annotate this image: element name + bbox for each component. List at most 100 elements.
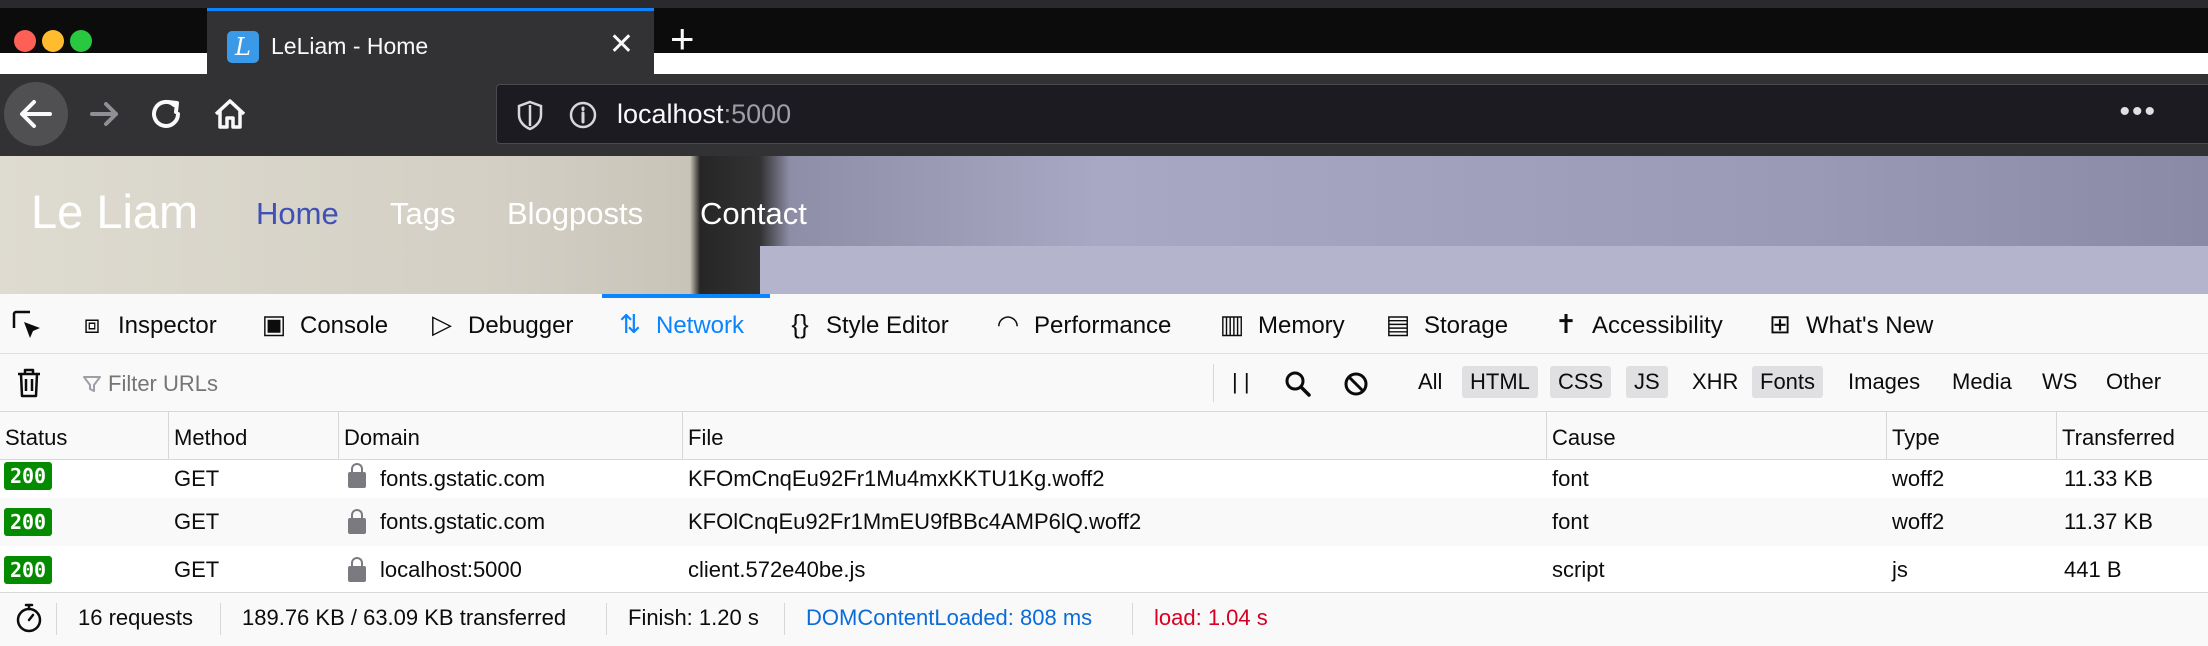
network-summary-bar: 16 requests 189.76 KB / 63.09 KB transfe… [0,592,2208,646]
tab-label: Network [656,312,745,339]
type-cell: woff2 [1892,466,1945,491]
nav-link-home[interactable]: Home [256,194,339,234]
filter-all[interactable]: All [1410,366,1450,398]
column-method[interactable]: Method [168,412,338,460]
column-status[interactable]: Status [0,412,168,460]
file-cell: client.572e40be.js [688,557,866,582]
forward-icon[interactable] [82,92,126,136]
domain-cell: localhost:5000 [380,557,522,582]
filter-other[interactable]: Other [2098,366,2169,398]
info-icon[interactable] [567,99,599,131]
close-tab-icon[interactable]: ✕ [609,27,634,63]
table-row[interactable]: 200 GET fonts.gstatic.com KFOlCnqEu92Fr1… [0,498,2208,546]
close-window-button[interactable] [14,30,36,52]
minimize-window-button[interactable] [42,30,64,52]
tab-accessibility[interactable]: ✝ Accessibility [1552,294,1723,354]
filter-ws[interactable]: WS [2034,366,2085,398]
search-icon[interactable] [1284,370,1312,398]
transferred-summary: 189.76 KB / 63.09 KB transferred [242,605,567,630]
console-icon: ▣ [261,309,287,339]
filter-js[interactable]: JS [1626,366,1668,398]
stopwatch-icon[interactable] [12,601,46,635]
tab-network[interactable]: ⇅ Network [616,294,744,354]
memory-chip-icon: ▥ [1219,309,1245,339]
trash-icon[interactable] [14,366,44,400]
domain-cell: fonts.gstatic.com [380,509,546,534]
site-brand[interactable]: Le Liam [31,184,198,240]
divider [220,603,221,635]
tab-style-editor[interactable]: {} Style Editor [786,294,948,354]
back-button[interactable] [4,82,68,146]
shield-icon[interactable] [515,99,545,131]
cause-cell: font [1552,466,1589,491]
tab-performance[interactable]: ◠ Performance [994,294,1172,354]
tab-storage[interactable]: ▤ Storage [1384,294,1508,354]
page-actions-icon[interactable]: ••• [2119,95,2157,129]
table-row[interactable]: 200 GET localhost:5000 client.572e40be.j… [0,546,2208,592]
filter-urls-input[interactable] [80,366,1240,402]
tab-label: Performance [1034,312,1172,339]
cause-cell: script [1552,557,1605,582]
lock-icon [348,509,366,534]
tab-label: Storage [1424,312,1509,339]
tab-memory[interactable]: ▥ Memory [1218,294,1345,354]
active-tab-indicator [602,294,770,298]
tab-debugger[interactable]: ▷ Debugger [428,294,573,354]
tab-label: Inspector [118,312,217,339]
filter-html[interactable]: HTML [1462,366,1538,398]
filter-fonts[interactable]: Fonts [1752,366,1824,398]
status-badge: 200 [4,462,52,490]
tab-label: Console [300,312,389,339]
url-host: localhost [617,99,724,129]
filter-xhr[interactable]: XHR [1684,366,1746,398]
network-filter-bar: | | All HTML CSS JS XHR Fonts Images Med… [0,354,2208,412]
status-badge: 200 [4,508,52,536]
tab-whats-new[interactable]: ⊞ What's New [1766,294,1933,354]
column-type[interactable]: Type [1886,412,2056,460]
transferred-cell: 11.33 KB [2064,466,2153,491]
browser-tab[interactable]: L LeLiam - Home ✕ [207,8,654,74]
column-transferred[interactable]: Transferred [2056,412,2208,460]
table-row[interactable]: 200 GET fonts.gstatic.com KFOmCnqEu92Fr1… [0,460,2208,498]
column-domain[interactable]: Domain [338,412,682,460]
divider [606,603,607,635]
nav-link-blogposts[interactable]: Blogposts [507,194,643,234]
site-favicon-icon: L [227,31,259,63]
tab-inspector[interactable]: ⧈ Inspector [78,294,217,354]
filter-images[interactable]: Images [1840,366,1928,398]
network-arrows-icon: ⇅ [619,309,641,339]
reload-icon[interactable] [146,94,186,134]
dom-content-loaded: DOMContentLoaded: 808 ms [806,605,1093,630]
tab-label: What's New [1806,312,1934,339]
request-table-header: Status Method Domain File Cause Type Tra… [0,412,2208,460]
transferred-cell: 441 B [2064,557,2122,582]
nav-link-contact[interactable]: Contact [700,194,807,234]
inspector-icon: ⧈ [83,309,101,339]
arrow-left-icon [20,100,52,128]
filter-media[interactable]: Media [1944,366,2020,398]
transferred-cell: 11.37 KB [2064,509,2153,534]
tab-title: LeLiam - Home [271,33,429,59]
new-tab-icon[interactable]: + [670,14,695,64]
column-file[interactable]: File [682,412,1546,460]
method-cell: GET [174,557,220,582]
divider [1213,364,1214,402]
zoom-window-button[interactable] [70,30,92,52]
divider [784,603,785,635]
home-icon[interactable] [210,94,250,134]
block-icon[interactable] [1342,370,1370,398]
nav-link-tags[interactable]: Tags [390,194,455,234]
devtools-toolbar: ⧈ Inspector ▣ Console ▷ Debugger ⇅ Network {… [0,294,2208,354]
pause-icon[interactable]: | | [1232,366,1250,398]
tab-console[interactable]: ▣ Console [260,294,388,354]
debugger-icon: ▷ [432,309,452,339]
url-text[interactable]: localhost:5000 [617,99,791,129]
url-bar[interactable]: localhost:5000 ••• [496,84,2208,144]
domain-cell: fonts.gstatic.com [380,466,546,491]
filter-css[interactable]: CSS [1550,366,1612,398]
column-cause[interactable]: Cause [1546,412,1886,460]
file-cell: KFOmCnqEu92Fr1Mu4mxKKTU1Kg.woff2 [688,466,1105,491]
lock-icon [348,463,366,488]
status-badge: 200 [4,556,52,584]
element-picker-icon[interactable] [10,308,44,342]
